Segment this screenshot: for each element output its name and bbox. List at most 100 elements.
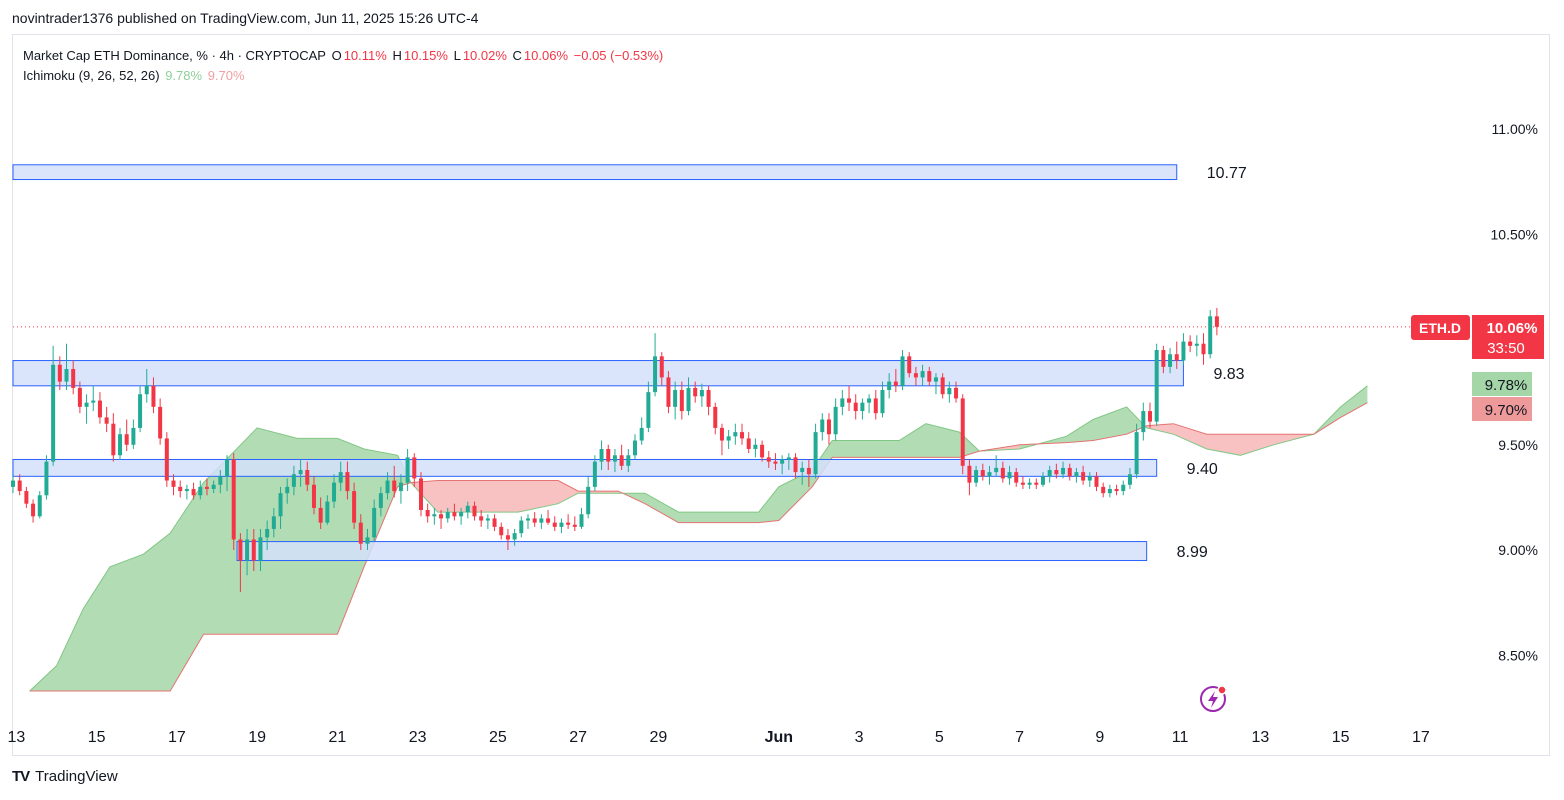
candle[interactable]: [706, 385, 711, 416]
candle-body: [686, 387, 691, 412]
candle[interactable]: [1154, 343, 1159, 426]
candle[interactable]: [586, 476, 591, 519]
candle[interactable]: [17, 474, 22, 496]
candle[interactable]: [1101, 482, 1106, 498]
candle[interactable]: [546, 510, 551, 525]
candle[interactable]: [867, 394, 872, 414]
chart-canvas[interactable]: 10.77 9.83 9.40 8.99 11.00% 10.50% 9.50% 9.00%…: [0, 0, 1564, 800]
candle[interactable]: [519, 516, 524, 538]
time-tick-label: 13: [1251, 729, 1269, 746]
candle[interactable]: [525, 514, 530, 529]
candle[interactable]: [646, 381, 651, 433]
candle[interactable]: [138, 385, 143, 433]
candle[interactable]: [1188, 335, 1193, 353]
candle[interactable]: [178, 480, 183, 498]
candle[interactable]: [231, 453, 236, 550]
candle[interactable]: [1181, 333, 1186, 365]
candle[interactable]: [552, 516, 557, 532]
candle[interactable]: [532, 512, 537, 527]
zone-box[interactable]: [12, 164, 1178, 181]
candle[interactable]: [91, 385, 96, 412]
candle[interactable]: [566, 514, 571, 529]
candle[interactable]: [1134, 423, 1139, 479]
candle[interactable]: [746, 432, 751, 454]
candle[interactable]: [1034, 478, 1039, 489]
lightning-icon[interactable]: [1200, 685, 1227, 712]
candle[interactable]: [84, 394, 89, 424]
footer[interactable]: TV TradingView: [12, 768, 118, 785]
candle[interactable]: [633, 434, 638, 460]
candle[interactable]: [97, 392, 102, 424]
candle[interactable]: [118, 427, 123, 460]
candle[interactable]: [679, 381, 684, 420]
zone-box[interactable]: [12, 458, 1158, 477]
candle[interactable]: [1107, 484, 1112, 498]
candle-body: [1014, 472, 1019, 483]
candle[interactable]: [164, 432, 169, 487]
countdown-tag: 33:50: [1487, 340, 1525, 357]
candle[interactable]: [77, 381, 82, 414]
candle[interactable]: [820, 413, 825, 441]
candle[interactable]: [853, 394, 858, 420]
candle[interactable]: [900, 350, 905, 391]
candle[interactable]: [813, 423, 818, 479]
candle[interactable]: [653, 333, 658, 397]
candle[interactable]: [44, 455, 49, 500]
candle[interactable]: [171, 474, 176, 496]
zone-box[interactable]: [12, 360, 1184, 387]
candle[interactable]: [405, 448, 410, 492]
candle[interactable]: [11, 476, 15, 494]
candle[interactable]: [579, 507, 584, 529]
candle[interactable]: [873, 390, 878, 420]
candle[interactable]: [1214, 307, 1219, 336]
candle[interactable]: [1027, 478, 1032, 489]
candle[interactable]: [572, 516, 577, 532]
candle[interactable]: [719, 423, 724, 456]
candle[interactable]: [826, 413, 831, 445]
candle[interactable]: [673, 381, 678, 420]
candle[interactable]: [1020, 476, 1025, 489]
candle[interactable]: [418, 472, 423, 517]
candle[interactable]: [104, 406, 109, 433]
candle[interactable]: [1141, 402, 1146, 441]
candle[interactable]: [24, 486, 29, 508]
candle[interactable]: [559, 518, 564, 534]
candle[interactable]: [131, 419, 136, 449]
candle[interactable]: [753, 438, 758, 458]
candle[interactable]: [499, 522, 504, 540]
candle[interactable]: [184, 484, 189, 500]
candle[interactable]: [666, 371, 671, 414]
candle[interactable]: [1201, 333, 1206, 365]
candle[interactable]: [840, 390, 845, 416]
candle[interactable]: [733, 423, 738, 445]
candle[interactable]: [1194, 335, 1199, 357]
candle[interactable]: [1208, 310, 1213, 359]
candle-body: [1087, 476, 1092, 481]
candle[interactable]: [860, 398, 865, 420]
candle[interactable]: [639, 417, 644, 445]
candle[interactable]: [111, 413, 116, 462]
candle[interactable]: [124, 419, 129, 452]
candle[interactable]: [760, 440, 765, 462]
candle[interactable]: [699, 383, 704, 407]
candle[interactable]: [726, 430, 731, 449]
candle[interactable]: [1121, 480, 1126, 496]
candle[interactable]: [439, 510, 444, 529]
candle[interactable]: [158, 398, 163, 445]
candle[interactable]: [960, 394, 965, 475]
candle[interactable]: [492, 514, 497, 532]
candle[interactable]: [485, 514, 490, 529]
zone-box[interactable]: [236, 541, 1148, 562]
candle[interactable]: [1114, 484, 1119, 496]
candle[interactable]: [740, 423, 745, 445]
candle[interactable]: [847, 385, 852, 412]
candle[interactable]: [37, 491, 42, 519]
candle[interactable]: [713, 402, 718, 435]
candle[interactable]: [880, 381, 885, 418]
candle-body: [746, 438, 751, 449]
candle[interactable]: [539, 514, 544, 529]
candle[interactable]: [833, 398, 838, 441]
candle[interactable]: [425, 503, 430, 523]
candle[interactable]: [31, 499, 36, 523]
candle[interactable]: [1147, 402, 1152, 428]
